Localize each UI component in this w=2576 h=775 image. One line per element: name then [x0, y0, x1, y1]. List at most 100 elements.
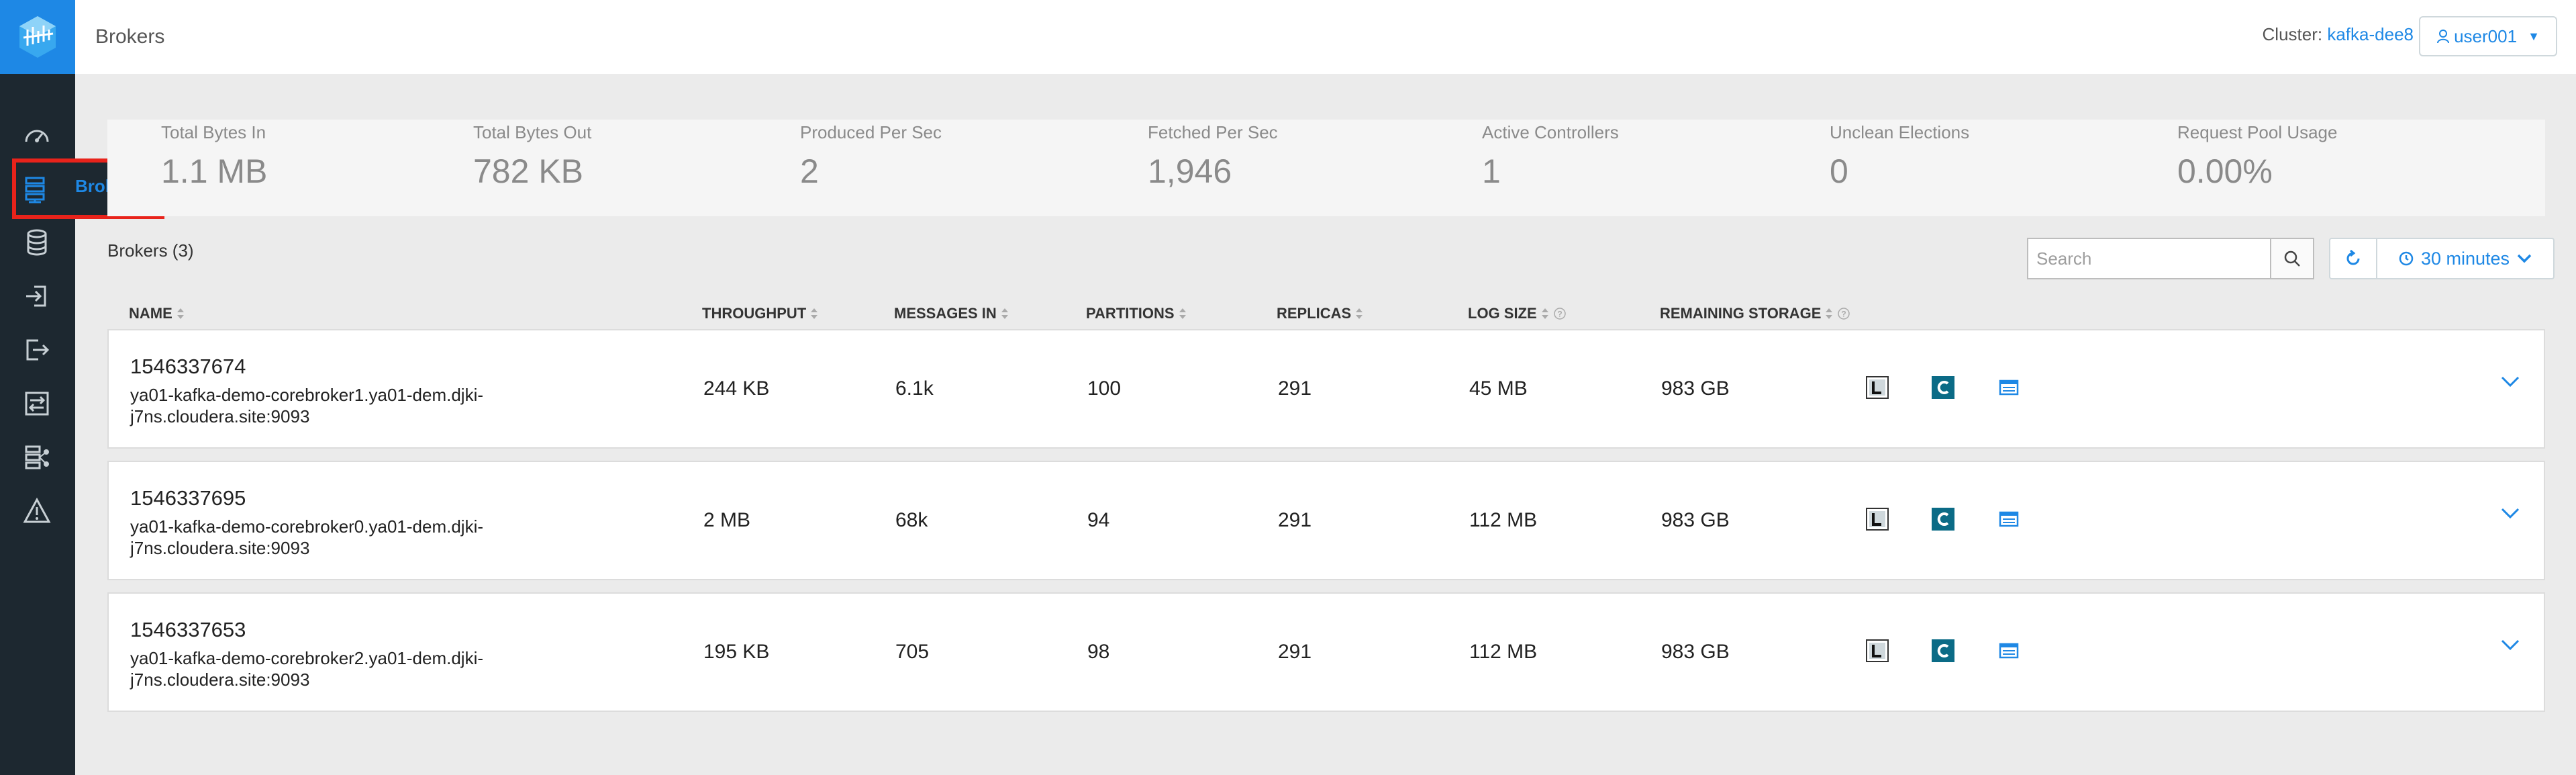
stat-value: 0 — [1830, 152, 1848, 190]
broker-messages-in: 6.1k — [895, 377, 934, 400]
search-box — [2027, 238, 2314, 279]
sort-icon — [1001, 308, 1008, 319]
broker-id[interactable]: 1546337674 — [130, 355, 246, 379]
broker-replicas: 291 — [1278, 641, 1312, 663]
consumers-icon[interactable] — [19, 332, 55, 368]
stat-value: 782 KB — [473, 152, 584, 190]
brokers-section-title: Brokers (3) — [107, 240, 194, 261]
cloudera-manager-icon[interactable] — [1930, 638, 1956, 664]
col-header-log-size[interactable]: LOG SIZE? — [1468, 305, 1567, 322]
expand-chevron-icon[interactable] — [2497, 631, 2524, 658]
broker-row[interactable]: 1546337653 ya01-kafka-demo-corebroker2.y… — [107, 592, 2545, 712]
producers-icon[interactable] — [19, 278, 55, 314]
broker-id[interactable]: 1546337695 — [130, 486, 246, 510]
cloudera-manager-icon[interactable] — [1930, 506, 1956, 532]
refresh-button[interactable] — [2329, 238, 2377, 279]
logs-icon[interactable] — [1865, 638, 1890, 664]
broker-replicas: 291 — [1278, 377, 1312, 400]
svg-text:?: ? — [1842, 310, 1846, 319]
stat-value: 1,946 — [1148, 152, 1232, 190]
sort-icon — [811, 308, 818, 319]
metrics-icon[interactable] — [1996, 375, 2022, 400]
col-header-throughput[interactable]: THROUGHPUT — [702, 305, 818, 322]
stat-value: 0.00% — [2177, 152, 2273, 190]
broker-remaining-storage: 983 GB — [1661, 509, 1730, 531]
broker-remaining-storage: 983 GB — [1661, 377, 1730, 400]
sidebar: Brokers — [0, 0, 388, 775]
broker-replicas: 291 — [1278, 509, 1312, 531]
search-icon — [2284, 250, 2300, 267]
table-header: NAME THROUGHPUT MESSAGES IN PARTITIONS R… — [107, 305, 2545, 325]
user-name: user001 — [2454, 26, 2518, 46]
help-icon: ? — [1838, 308, 1850, 320]
alerts-icon[interactable] — [19, 493, 55, 529]
sort-icon — [1541, 308, 1548, 319]
time-range-label: 30 minutes — [2420, 248, 2510, 269]
sort-icon — [1356, 308, 1363, 319]
stat-label: Fetched Per Sec — [1148, 122, 1278, 142]
col-header-replicas[interactable]: REPLICAS — [1277, 305, 1363, 322]
broker-host: ya01-kafka-demo-corebroker0.ya01-dem.djk… — [130, 516, 484, 558]
expand-chevron-icon[interactable] — [2497, 500, 2524, 527]
time-range-dropdown[interactable]: 30 minutes — [2376, 238, 2555, 279]
broker-remaining-storage: 983 GB — [1661, 641, 1730, 663]
sort-icon — [1179, 308, 1186, 319]
cluster-info: Cluster: kafka-dee8 — [2263, 24, 2414, 45]
search-input[interactable] — [2028, 239, 2270, 278]
stat-label: Produced Per Sec — [800, 122, 942, 142]
broker-row[interactable]: 1546337674 ya01-kafka-demo-corebroker1.y… — [107, 329, 2545, 449]
topology-icon[interactable] — [19, 439, 55, 475]
broker-host: ya01-kafka-demo-corebroker1.ya01-dem.djk… — [130, 385, 484, 426]
sort-icon — [1826, 308, 1833, 319]
broker-throughput: 195 KB — [703, 641, 770, 663]
col-header-partitions[interactable]: PARTITIONS — [1086, 305, 1187, 322]
stat-label: Total Bytes In — [161, 122, 266, 142]
refresh-icon — [2346, 249, 2360, 265]
search-button[interactable] — [2270, 239, 2313, 278]
chevron-down-icon — [2517, 254, 2532, 263]
stat-value: 1.1 MB — [161, 152, 268, 190]
col-header-messages-in[interactable]: MESSAGES IN — [894, 305, 1009, 322]
broker-messages-in: 705 — [895, 641, 930, 663]
broker-messages-in: 68k — [895, 509, 928, 531]
replication-icon[interactable] — [19, 385, 55, 422]
cluster-link[interactable]: kafka-dee8 — [2327, 24, 2414, 44]
dashboard-icon[interactable] — [19, 118, 55, 154]
broker-log-size: 112 MB — [1469, 509, 1538, 531]
stat-value: 1 — [1482, 152, 1501, 190]
broker-log-size: 112 MB — [1469, 641, 1538, 663]
cloudera-manager-icon[interactable] — [1930, 375, 1956, 400]
broker-throughput: 244 KB — [703, 377, 770, 400]
cluster-label: Cluster: — [2262, 24, 2323, 44]
svg-text:?: ? — [1557, 310, 1562, 319]
logo-icon — [19, 16, 56, 58]
stats-panel: Total Bytes In 1.1 MB Total Bytes Out 78… — [107, 120, 2545, 216]
stat-label: Total Bytes Out — [473, 122, 592, 142]
caret-down-icon: ▼ — [2528, 29, 2540, 43]
col-header-name[interactable]: NAME — [129, 305, 185, 322]
metrics-icon[interactable] — [1996, 506, 2022, 532]
help-icon: ? — [1553, 308, 1566, 320]
stat-label: Request Pool Usage — [2177, 122, 2338, 142]
broker-row[interactable]: 1546337695 ya01-kafka-demo-corebroker0.y… — [107, 461, 2545, 580]
broker-partitions: 94 — [1087, 509, 1110, 531]
topics-icon[interactable] — [19, 224, 55, 261]
broker-id[interactable]: 1546337653 — [130, 618, 246, 642]
user-icon — [2437, 30, 2450, 44]
broker-host: ya01-kafka-demo-corebroker2.ya01-dem.djk… — [130, 648, 484, 690]
broker-partitions: 98 — [1087, 641, 1110, 663]
app-logo[interactable] — [0, 0, 75, 74]
broker-throughput: 2 MB — [703, 509, 751, 531]
metrics-icon[interactable] — [1996, 638, 2022, 664]
logs-icon[interactable] — [1865, 506, 1890, 532]
user-menu-button[interactable]: user001 ▼ — [2419, 16, 2557, 56]
broker-partitions: 100 — [1087, 377, 1122, 400]
logs-icon[interactable] — [1865, 375, 1890, 400]
page-title: Brokers — [95, 26, 165, 48]
stat-label: Unclean Elections — [1830, 122, 1970, 142]
stat-value: 2 — [800, 152, 819, 190]
stat-label: Active Controllers — [1482, 122, 1619, 142]
expand-chevron-icon[interactable] — [2497, 368, 2524, 395]
col-header-remaining-storage[interactable]: REMAINING STORAGE? — [1660, 305, 1850, 322]
top-header: Brokers Cluster: kafka-dee8 user001 ▼ — [75, 0, 2576, 74]
